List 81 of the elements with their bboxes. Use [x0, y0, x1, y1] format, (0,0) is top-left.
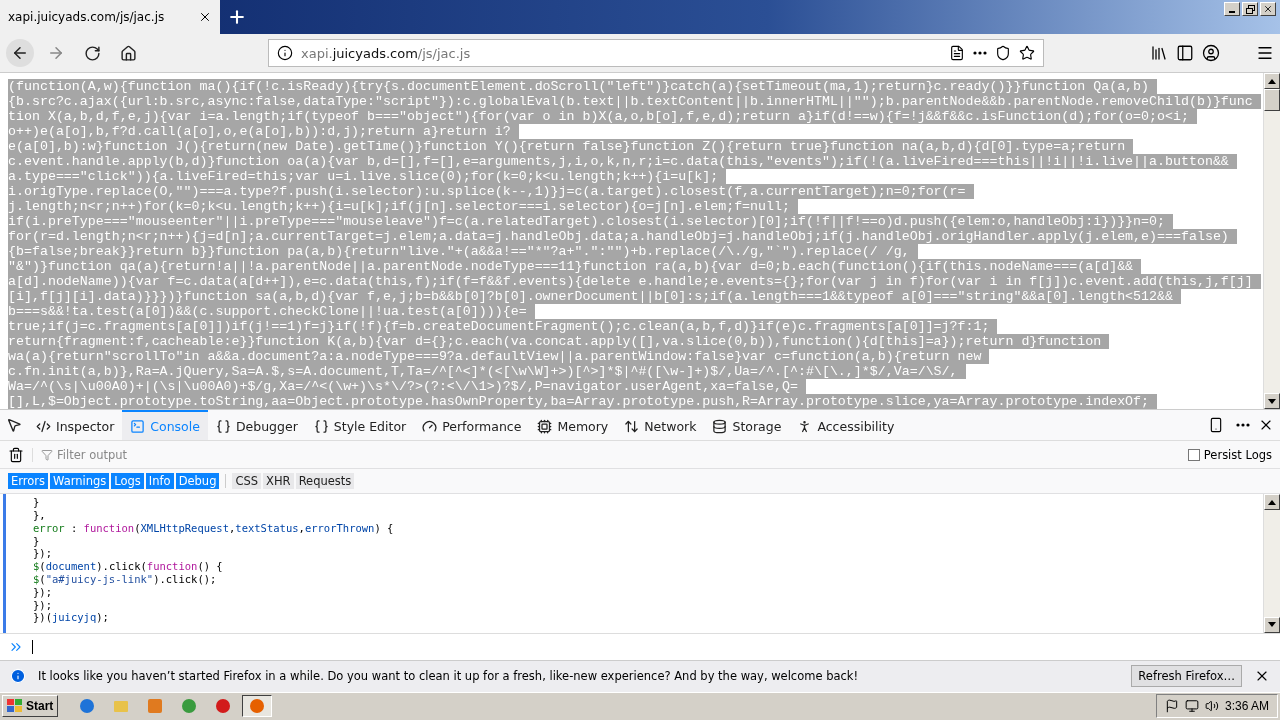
- devtools-tab[interactable]: Accessibility: [789, 410, 903, 441]
- console-line: });: [33, 547, 52, 560]
- console-line: })(juicyjq);: [33, 611, 109, 624]
- level-filter-button[interactable]: Warnings: [50, 473, 110, 489]
- close-button[interactable]: [1260, 2, 1276, 16]
- console-icon: [130, 418, 146, 434]
- devtools-tab[interactable]: Inspector: [28, 410, 123, 441]
- close-icon: [1263, 4, 1273, 14]
- reader-icon: [949, 45, 965, 62]
- reload-icon: [83, 44, 101, 62]
- console-line: },: [33, 509, 46, 522]
- windows-logo-icon: [7, 699, 23, 714]
- scroll-down-button[interactable]: [1264, 616, 1280, 633]
- console-line: $(document).click(function() {: [33, 560, 223, 573]
- up-arrow-icon: [1268, 78, 1276, 84]
- trash-icon: [8, 446, 24, 463]
- filter-icon: [41, 448, 53, 461]
- notification-message: It looks like you haven’t started Firefox in a while. Do you want to clean it up for a fresh, like-new experience? And by the way, welcome back!: [38, 669, 859, 684]
- console-line: }: [33, 534, 40, 547]
- scroll-up-button[interactable]: [1264, 73, 1280, 90]
- address-bar[interactable]: xapi.juicyads.com/js/jac.js: [268, 39, 1044, 68]
- volume-icon: [1204, 699, 1219, 714]
- type-filter-button[interactable]: XHR: [263, 473, 294, 489]
- network-icon: [1184, 699, 1199, 714]
- info-icon: [277, 45, 293, 62]
- debugger-icon: [215, 418, 231, 434]
- gauge-icon: [422, 418, 438, 434]
- back-button[interactable]: [6, 39, 34, 68]
- braces-icon: [313, 418, 329, 434]
- info-icon: [10, 668, 26, 685]
- level-filter-button[interactable]: Info: [145, 473, 174, 489]
- console-line: error : function(XMLHttpRequest,textStatus,errorThrown) {: [33, 521, 394, 534]
- type-filter-button[interactable]: Requests: [295, 473, 355, 489]
- type-filter-button[interactable]: CSS: [232, 473, 262, 489]
- devtools-tab[interactable]: Performance: [414, 410, 530, 441]
- devtools-tab[interactable]: Network: [616, 410, 705, 441]
- inspector-icon: [36, 418, 51, 434]
- restore-button[interactable]: [1242, 2, 1258, 16]
- taskbar-app-button[interactable]: [242, 695, 273, 718]
- more-icon: [973, 51, 987, 56]
- minimize-button[interactable]: [1224, 2, 1240, 16]
- persist-logs-checkbox[interactable]: Persist Logs: [1187, 447, 1272, 462]
- devtools-tab[interactable]: Memory: [529, 410, 617, 441]
- url-text: xapi.juicyads.com/js/jac.js: [301, 45, 472, 61]
- up-arrow-icon: [1268, 499, 1276, 505]
- down-arrow-icon: [1268, 622, 1276, 628]
- sidebar-icon: [1176, 44, 1194, 63]
- more-icon: [1236, 423, 1250, 428]
- storage-icon: [712, 418, 728, 434]
- devtools-tab[interactable]: Storage: [704, 410, 790, 441]
- restore-icon: [1245, 4, 1255, 14]
- down-arrow-icon: [1268, 398, 1276, 404]
- clock: 3:36 AM: [1224, 699, 1269, 714]
- responsive-icon: [1208, 417, 1224, 434]
- filter-field[interactable]: Filter output: [32, 447, 1180, 462]
- close-icon: [198, 10, 212, 24]
- scrollbar-thumb[interactable]: [1264, 89, 1280, 112]
- flag-icon: [1164, 699, 1179, 714]
- star-icon: [1019, 45, 1035, 62]
- home-icon: [119, 44, 137, 62]
- devtools-tab[interactable]: Debugger: [207, 410, 306, 441]
- start-button[interactable]: Start: [2, 695, 59, 718]
- devtools-tab[interactable]: Style Editor: [305, 410, 415, 441]
- level-filter-button[interactable]: Logs: [111, 473, 144, 489]
- folder-icon: [113, 698, 130, 715]
- account-icon: [1202, 44, 1220, 63]
- level-filter-button[interactable]: Debug: [175, 473, 220, 489]
- chip-icon: [537, 418, 553, 434]
- pointer-icon: [6, 417, 22, 434]
- level-filter-button[interactable]: Errors: [8, 473, 49, 489]
- console-line: }: [33, 496, 40, 509]
- console-line: });: [33, 585, 52, 598]
- scroll-up-button[interactable]: [1264, 494, 1280, 511]
- browser-tab[interactable]: xapi.juicyads.com/js/jac.js: [0, 0, 220, 34]
- scroll-down-button[interactable]: [1264, 393, 1280, 410]
- arrows-icon: [624, 418, 640, 434]
- new-tab-icon: [227, 7, 247, 27]
- console-line: });: [33, 598, 52, 611]
- media-player-icon: [147, 698, 164, 715]
- refresh-firefox-button[interactable]: Refresh Firefox…: [1131, 665, 1242, 688]
- console-line: $("a#juicy-js-link").click();: [33, 573, 217, 586]
